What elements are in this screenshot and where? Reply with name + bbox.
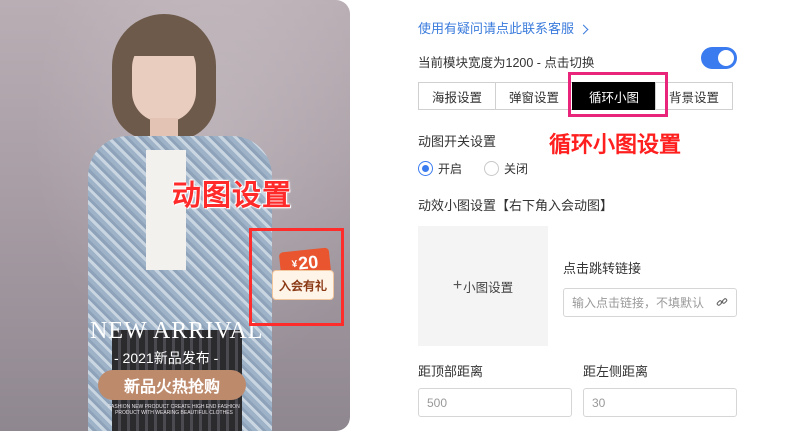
radio-on-label[interactable]: 开启: [438, 160, 462, 177]
help-link-label: 使用有疑问请点此联系客服: [418, 21, 575, 36]
gif-switch-radio-group: 开启 关闭: [418, 160, 528, 177]
radio-off-label[interactable]: 关闭: [504, 160, 528, 177]
tab-poster-settings[interactable]: 海报设置: [418, 82, 496, 110]
link-icon: [716, 298, 728, 306]
module-width-notice: 当前模块宽度为1200 - 点击切换: [418, 56, 595, 70]
left-distance-input[interactable]: 30: [583, 388, 737, 417]
small-image-upload[interactable]: + 小图设置: [418, 226, 548, 346]
radio-on[interactable]: [418, 161, 433, 176]
top-distance-label: 距顶部距离: [418, 364, 484, 379]
gif-switch-label: 动图开关设置: [418, 134, 497, 149]
model-fringe: [126, 22, 202, 56]
jump-link-placeholder: 输入点击链接，不填默认: [572, 296, 705, 310]
tab-popup-settings[interactable]: 弹窗设置: [495, 82, 573, 110]
upload-label: 小图设置: [463, 280, 514, 295]
poster-cta-button[interactable]: 新品火热抢购: [98, 370, 246, 400]
radio-off[interactable]: [484, 161, 500, 176]
jump-link-input[interactable]: 输入点击链接，不填默认: [563, 288, 737, 317]
active-tab-highlight-box: [568, 72, 668, 117]
left-distance-value: 30: [592, 395, 606, 410]
left-distance-label: 距左侧距离: [583, 364, 649, 379]
toggle-knob: [718, 50, 734, 66]
poster-headline: NEW ARRIVAL: [90, 318, 264, 344]
gif-highlight-box: [249, 228, 344, 326]
jump-link-label: 点击跳转链接: [563, 261, 642, 276]
plus-icon: +: [452, 277, 463, 294]
top-distance-input[interactable]: 500: [418, 388, 572, 417]
loop-image-annotation: 循环小图设置: [549, 132, 682, 157]
chevron-right-icon: [578, 24, 589, 35]
poster-preview: 动图设置 ¥20 入会有礼 NEW ARRIVAL - 2021新品发布 - 新…: [0, 0, 350, 431]
poster-fine-print: FASHION NEW PRODUCT CREATE HIGH END FASH…: [108, 404, 240, 416]
small-image-label: 动效小图设置【右下角入会动图】: [418, 198, 614, 213]
top-distance-value: 500: [427, 395, 448, 410]
width-toggle-switch[interactable]: [701, 47, 737, 69]
poster-subline: - 2021新品发布 -: [114, 350, 219, 366]
help-contact-link[interactable]: 使用有疑问请点此联系客服: [418, 18, 589, 37]
gif-settings-annotation: 动图设置: [172, 180, 293, 212]
